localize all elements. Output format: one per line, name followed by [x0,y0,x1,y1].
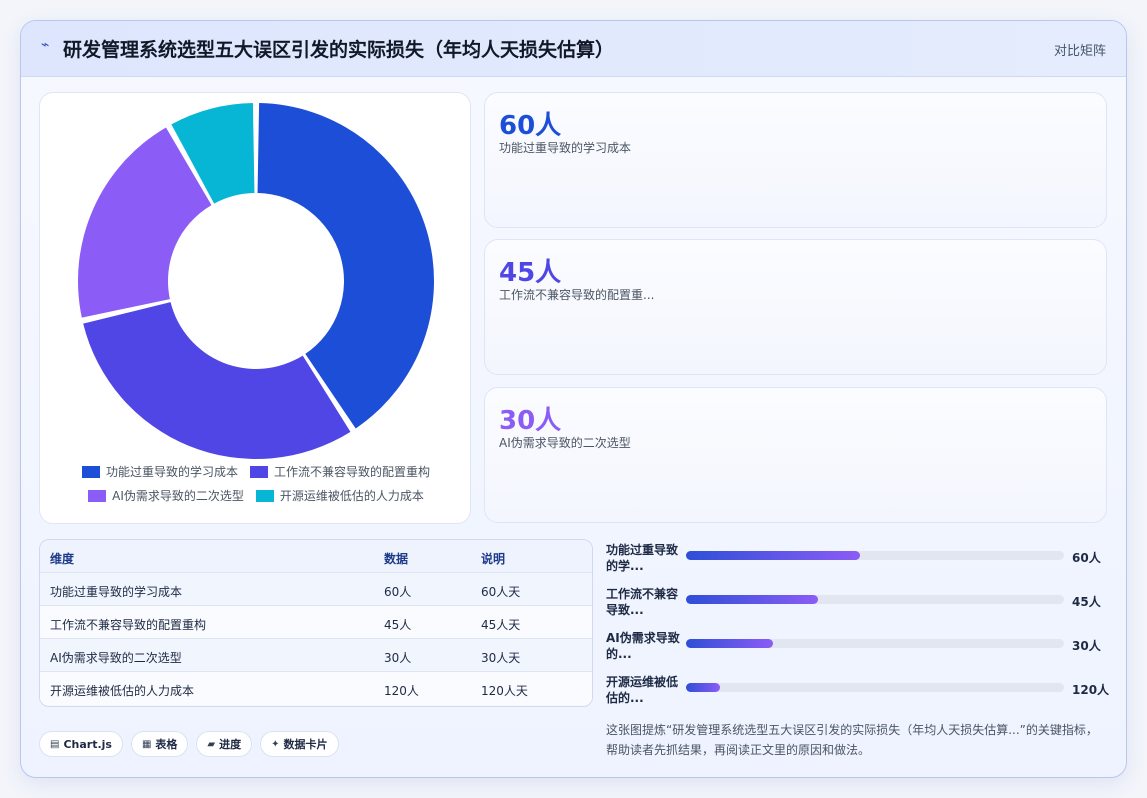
page-title: 研发管理系统选型五大误区引发的实际损失（年均人天损失估算） [63,39,615,61]
pulse-icon: ⌁ [41,37,50,53]
chart-icon: ▤ [50,738,60,750]
progress-value: 120人 [1072,683,1110,697]
table-header-cell: 说明 [481,552,506,566]
donut-chart [77,103,434,459]
progress-value: 45人 [1072,595,1101,609]
progress-value: 30人 [1072,639,1101,653]
chip-label: 数据卡片 [283,738,328,751]
kpi-card: 60人 功能过重导致的学习成本 [484,92,1107,228]
chip-data-card[interactable]: ✦ 数据卡片 [260,731,339,757]
progress-icon: ▰ [207,738,216,750]
progress-row: 开源运维被低估的... 120人 [606,672,1111,706]
legend-item[interactable]: AI伪需求导致的二次选型 [88,487,244,504]
progress-label: 功能过重导致的学... [606,543,679,573]
tag-chips: ▤ Chart.js ▦ 表格 ▰ 进度 ✦ 数据卡片 [39,731,339,757]
chip-chartjs[interactable]: ▤ Chart.js [39,731,123,757]
table-cell: 120人天 [481,684,528,698]
table-cell: 45人天 [481,618,521,632]
kpi-value: 45人 [499,258,562,288]
table-cell: 60人天 [481,585,521,599]
legend-label: 开源运维被低估的人力成本 [279,489,424,503]
legend-item[interactable]: 工作流不兼容导致的配置重构 [250,463,430,480]
kpi-value: 60人 [499,111,562,141]
legend-swatch [88,489,107,502]
progress-label: 工作流不兼容导致... [606,587,679,617]
table-cell: 60人 [384,585,412,599]
chip-table[interactable]: ▦ 表格 [130,731,189,757]
chip-label: 表格 [155,738,178,751]
table-row: 工作流不兼容导致的配置重构 45人 45人天 [40,606,592,639]
progress-fill [686,551,860,560]
card-header: ⌁ 研发管理系统选型五大误区引发的实际损失（年均人天损失估算） 对比矩阵 [21,21,1126,77]
donut-slice[interactable] [83,302,351,459]
progress-row: 工作流不兼容导致... 45人 [606,584,1111,618]
progress-fill [686,639,773,648]
table-row: 开源运维被低估的人力成本 120人 120人天 [40,672,592,705]
kpi-card: 30人 AI伪需求导致的二次选型 [484,387,1107,523]
legend-label: 功能过重导致的学习成本 [105,465,238,479]
progress-track [686,595,1064,604]
donut-chart-panel: 功能过重导致的学习成本 工作流不兼容导致的配置重构 AI伪需求导致的二次选型 开… [39,92,471,524]
kpi-label: 功能过重导致的学习成本 [499,141,632,155]
progress-track [686,551,1064,560]
table-cell: 30人 [384,651,412,665]
kpi-card: 45人 工作流不兼容导致的配置重... [484,239,1107,375]
legend-item[interactable]: 开源运维被低估的人力成本 [255,487,424,504]
progress-track [686,683,1064,692]
legend-swatch [250,465,268,478]
table-row: 功能过重导致的学习成本 60人 60人天 [40,573,592,606]
chip-label: Chart.js [63,737,112,751]
table-header-cell: 数据 [384,552,409,566]
chip-progress[interactable]: ▰ 进度 [196,731,253,757]
comparison-matrix-link[interactable]: 对比矩阵 [1054,40,1106,59]
progress-label: AI伪需求导致的... [606,631,680,661]
progress-track [686,639,1064,648]
legend-swatch [255,489,274,502]
table-cell: 120人 [384,684,419,698]
kpi-value: 30人 [499,406,562,436]
data-table: 维度 数据 说明 功能过重导致的学习成本 60人 60人天 工作流不兼容导致的配… [39,539,593,707]
legend-label: AI伪需求导致的二次选型 [112,489,244,503]
progress-fill [686,683,721,692]
table-cell: 工作流不兼容导致的配置重构 [50,618,207,632]
progress-row: AI伪需求导致的... 30人 [606,628,1111,662]
chart-description: 这张图提炼“研发管理系统选型五大误区引发的实际损失（年均人天损失估算...”的关… [606,723,1098,757]
progress-label: 开源运维被低估的... [606,675,679,705]
legend-item[interactable]: 功能过重导致的学习成本 [81,463,238,480]
table-cell: 45人 [384,618,412,632]
table-icon: ▦ [141,738,152,750]
chart-legend: 功能过重导致的学习成本 工作流不兼容导致的配置重构 AI伪需求导致的二次选型 开… [40,463,472,511]
legend-swatch [81,465,100,478]
chip-label: 进度 [219,738,242,751]
kpi-label: AI伪需求导致的二次选型 [499,436,631,450]
progress-fill [686,595,819,604]
legend-label: 工作流不兼容导致的配置重构 [274,465,431,479]
progress-row: 功能过重导致的学... 60人 [606,540,1111,574]
table-header-cell: 维度 [50,552,75,566]
table-cell: 30人天 [481,651,521,665]
progress-value: 60人 [1072,551,1101,565]
table-header-row: 维度 数据 说明 [40,540,592,573]
table-cell: AI伪需求导致的二次选型 [50,651,182,665]
kpi-label: 工作流不兼容导致的配置重... [499,288,655,302]
table-row: AI伪需求导致的二次选型 30人 30人天 [40,639,592,672]
table-cell: 功能过重导致的学习成本 [50,585,183,599]
table-cell: 开源运维被低估的人力成本 [50,684,195,698]
sparkle-icon: ✦ [271,738,280,750]
